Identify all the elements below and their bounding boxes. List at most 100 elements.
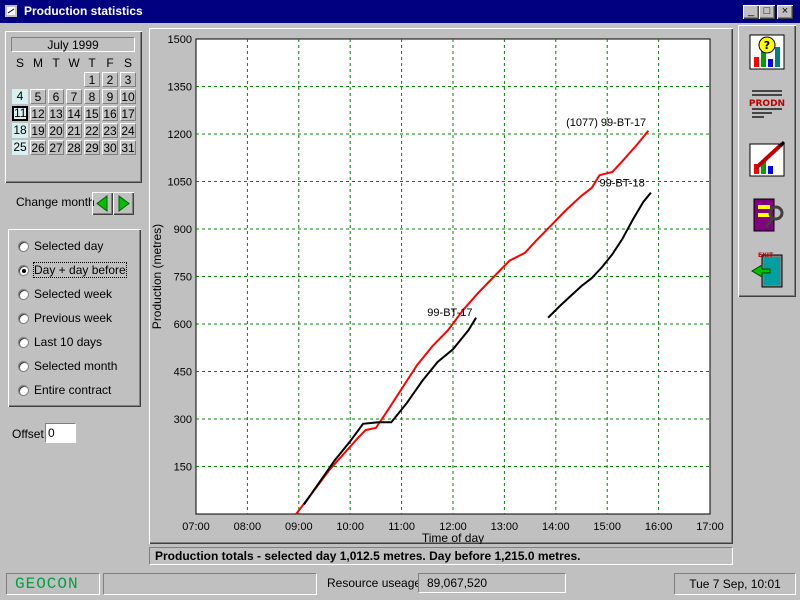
calendar-day[interactable]: 31: [120, 140, 136, 155]
calendar-day[interactable]: 13: [48, 106, 64, 121]
left-arrow-icon: [96, 195, 108, 212]
calendar-day[interactable]: 21: [66, 123, 82, 138]
calendar-dow: T: [88, 56, 96, 70]
radio-button[interactable]: [18, 265, 29, 276]
y-tick-label: 1050: [168, 177, 192, 189]
previous-month-button[interactable]: [92, 192, 113, 215]
help-chart-icon: ?: [749, 34, 785, 70]
period-option-label: Entire contract: [34, 383, 112, 397]
period-option-label: Last 10 days: [34, 335, 103, 349]
production-totals: Production totals - selected day 1,012.5…: [149, 547, 733, 565]
calendar-dow: S: [15, 56, 24, 70]
app-icon: [5, 5, 17, 17]
radio-button[interactable]: [18, 241, 29, 252]
calendar-day[interactable]: 18: [12, 123, 28, 138]
x-tick-label: 16:00: [645, 521, 673, 533]
calendar-dow: S: [123, 56, 132, 70]
calendar-day[interactable]: 22: [84, 123, 100, 138]
calendar-day[interactable]: 7: [66, 89, 82, 104]
tools-icon: [753, 198, 784, 232]
radio-button[interactable]: [18, 337, 29, 348]
x-tick-label: 17:00: [696, 521, 724, 533]
calendar-day[interactable]: 23: [102, 123, 118, 138]
calendar-day[interactable]: 12: [30, 106, 46, 121]
offset-input[interactable]: [45, 423, 76, 443]
calendar-day[interactable]: 16: [102, 106, 118, 121]
calendar-day[interactable]: 19: [30, 123, 46, 138]
calendar-day[interactable]: 14: [66, 106, 82, 121]
help-button[interactable]: ?: [744, 31, 790, 75]
calendar-dow: F: [106, 56, 114, 70]
svg-text:?: ?: [764, 39, 770, 52]
period-option-label: Selected day: [34, 239, 104, 253]
right-arrow-icon: [118, 195, 130, 212]
calendar: July 1999 SMTWTFS 1 2 3 4 5 6 7 8 9 10 11 12 13 14 15 1…: [5, 31, 142, 183]
edit-chart-icon: [749, 140, 786, 177]
period-option-label: Previous week: [34, 311, 113, 325]
exit-button[interactable]: EXIT: [744, 247, 790, 291]
calendar-day[interactable]: 4: [12, 89, 28, 104]
calendar-day[interactable]: 17: [120, 106, 136, 121]
clock: Tue 7 Sep, 10:01: [674, 573, 796, 595]
calendar-day[interactable]: 30: [102, 140, 118, 155]
calendar-day[interactable]: 5: [30, 89, 46, 104]
status-panel: [103, 573, 317, 595]
radio-button[interactable]: [18, 289, 29, 300]
calendar-day[interactable]: 27: [48, 140, 64, 155]
offset-label: Offset: [12, 427, 44, 441]
next-month-button[interactable]: [113, 192, 134, 215]
minimize-button[interactable]: _: [743, 5, 759, 19]
x-tick-label: 14:00: [542, 521, 570, 533]
y-tick-label: 450: [174, 367, 192, 379]
series-label: (1077) 99-BT-17: [566, 117, 646, 129]
period-option-label: Selected week: [34, 287, 113, 301]
close-button[interactable]: ×: [777, 5, 793, 19]
prodn-button[interactable]: PRODN: [744, 82, 790, 126]
radio-button[interactable]: [18, 313, 29, 324]
series-label: 99-BT-18: [599, 177, 644, 189]
x-tick-label: 08:00: [234, 521, 262, 533]
calendar-dow: M: [33, 56, 43, 70]
calendar-day[interactable]: 2: [102, 72, 118, 87]
y-tick-label: 750: [174, 272, 192, 284]
tools-button[interactable]: [744, 193, 790, 237]
calendar-day[interactable]: 8: [84, 89, 100, 104]
calendar-dow: W: [68, 56, 80, 70]
calendar-day[interactable]: 25: [12, 140, 28, 155]
radio-button[interactable]: [18, 385, 29, 396]
y-tick-label: 1350: [168, 82, 192, 94]
calendar-day[interactable]: 10: [120, 89, 136, 104]
y-tick-label: 1500: [168, 34, 192, 46]
y-tick-label: 300: [174, 414, 192, 426]
calendar-day[interactable]: 20: [48, 123, 64, 138]
calendar-day[interactable]: 1: [84, 72, 100, 87]
calendar-day[interactable]: 9: [102, 89, 118, 104]
y-axis-label: Production (metres): [150, 224, 164, 329]
status-bar: GEOCON Resource useage 89,067,520 Tue 7 …: [0, 570, 800, 600]
x-tick-label: 09:00: [285, 521, 313, 533]
maximize-button[interactable]: □: [759, 5, 775, 19]
series-label: 99-BT-17: [427, 307, 472, 319]
prodn-icon-text: PRODN: [749, 99, 785, 109]
production-chart: 07:00 08:00 09:00 10:00 11:00 12:00 13:00 14:00…: [150, 34, 724, 544]
y-tick-label: 600: [174, 319, 192, 331]
calendar-month-label: July 1999: [11, 37, 135, 52]
radio-button[interactable]: [18, 361, 29, 372]
title-bar: Production statistics _ □ ×: [0, 0, 800, 23]
edit-chart-button[interactable]: [744, 138, 790, 182]
x-tick-label: 11:00: [388, 521, 415, 533]
calendar-day[interactable]: 26: [30, 140, 46, 155]
calendar-dow: T: [52, 56, 60, 70]
x-axis-label: Time of day: [422, 531, 484, 544]
calendar-day[interactable]: 3: [120, 72, 136, 87]
calendar-day[interactable]: 11: [12, 106, 28, 121]
change-month-label: Change month: [16, 195, 95, 209]
resource-usage-value: 89,067,520: [418, 573, 566, 593]
calendar-day[interactable]: 15: [84, 106, 100, 121]
calendar-day[interactable]: 6: [48, 89, 64, 104]
calendar-day[interactable]: 29: [84, 140, 100, 155]
calendar-day[interactable]: 24: [120, 123, 136, 138]
calendar-day[interactable]: 28: [66, 140, 82, 155]
period-options-group: Selected day Day + day before Selected wee…: [8, 229, 141, 407]
x-tick-label: 15:00: [593, 521, 621, 533]
